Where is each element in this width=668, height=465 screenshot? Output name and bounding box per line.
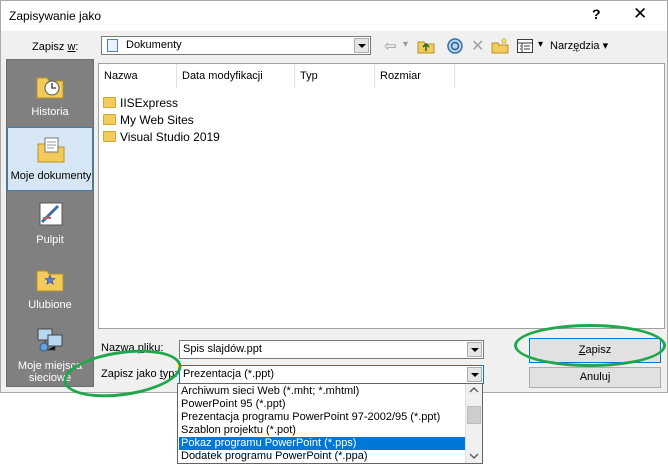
- title-bar: Zapisywanie jako ? ✕: [1, 1, 667, 31]
- window-title: Zapisywanie jako: [9, 9, 102, 23]
- annotation-ellipse-save: [514, 324, 666, 367]
- save-in-label: Zapisz w:: [32, 41, 79, 53]
- up-folder-icon[interactable]: [417, 37, 435, 55]
- file-name: My Web Sites: [120, 113, 194, 127]
- views-icon[interactable]: [516, 37, 534, 55]
- close-button[interactable]: ✕: [633, 4, 647, 24]
- column-name[interactable]: Nazwa: [99, 64, 177, 88]
- place-label: Ulubione: [28, 299, 72, 311]
- save-in-combo[interactable]: Dokumenty: [101, 36, 371, 55]
- place-history[interactable]: Historia: [7, 64, 93, 128]
- place-label: Historia: [31, 106, 69, 118]
- back-icon[interactable]: ⇦: [384, 37, 402, 55]
- dropdown-scrollbar[interactable]: [465, 384, 482, 463]
- file-list[interactable]: Nazwa Data modyfikacji Typ Rozmiar IISEx…: [98, 63, 665, 329]
- filetype-option[interactable]: Dodatek programu PowerPoint (*.ppa): [179, 450, 466, 463]
- scroll-up-icon[interactable]: [466, 384, 482, 397]
- history-icon: [34, 72, 66, 100]
- folder-icon: [103, 97, 116, 108]
- file-name: Visual Studio 2019: [120, 130, 220, 144]
- search-web-icon[interactable]: [446, 37, 464, 55]
- folder-icon: [103, 114, 116, 125]
- filetype-select[interactable]: Prezentacja (*.ppt): [179, 365, 484, 384]
- chevron-down-icon[interactable]: [467, 367, 482, 382]
- place-my-documents[interactable]: Moje dokumenty: [7, 127, 93, 191]
- scrollbar-thumb[interactable]: [467, 406, 481, 424]
- desktop-icon: [34, 200, 66, 228]
- favorites-icon: [34, 265, 66, 293]
- help-button[interactable]: ?: [592, 6, 601, 22]
- column-type[interactable]: Typ: [295, 64, 375, 88]
- documents-icon: [107, 39, 118, 52]
- save-in-value: Dokumenty: [126, 39, 182, 51]
- place-favorites[interactable]: Ulubione: [7, 257, 93, 321]
- network-places-icon: [34, 326, 66, 354]
- filetype-option-selected[interactable]: Pokaz programu PowerPoint (*.pps): [179, 437, 466, 450]
- new-folder-icon[interactable]: [491, 37, 509, 55]
- filename-input[interactable]: Spis slajdów.ppt: [179, 340, 484, 359]
- delete-icon[interactable]: ✕: [471, 36, 489, 55]
- place-label: Moje dokumenty: [10, 170, 92, 182]
- filetype-option[interactable]: PowerPoint 95 (*.ppt): [179, 398, 466, 411]
- place-label: Pulpit: [36, 234, 64, 246]
- chevron-down-icon[interactable]: [354, 38, 369, 53]
- chevron-down-icon[interactable]: [467, 342, 482, 357]
- my-documents-icon: [35, 136, 67, 164]
- tools-menu-button[interactable]: Narzędzia ▾: [550, 39, 608, 52]
- filetype-dropdown-list[interactable]: Archiwum sieci Web (*.mht; *.mhtml) Powe…: [177, 383, 483, 464]
- filetype-option[interactable]: Archiwum sieci Web (*.mht; *.mhtml): [179, 385, 466, 398]
- views-dropdown-icon[interactable]: ▾: [538, 39, 543, 50]
- column-size[interactable]: Rozmiar: [375, 64, 455, 88]
- folder-icon: [103, 131, 116, 142]
- places-bar: Historia Moje dokumenty Pulpit Ulubione …: [6, 59, 94, 387]
- column-date-modified[interactable]: Data modyfikacji: [177, 64, 295, 88]
- filename-value: Spis slajdów.ppt: [183, 343, 262, 355]
- cancel-button[interactable]: Anuluj: [529, 367, 661, 388]
- filetype-option[interactable]: Prezentacja programu PowerPoint 97-2002/…: [179, 411, 466, 424]
- filetype-option[interactable]: Szablon projektu (*.pot): [179, 424, 466, 437]
- place-desktop[interactable]: Pulpit: [7, 192, 93, 256]
- filetype-value: Prezentacja (*.ppt): [183, 368, 275, 380]
- file-name: IISExpress: [120, 96, 179, 110]
- scroll-down-icon[interactable]: [466, 450, 482, 463]
